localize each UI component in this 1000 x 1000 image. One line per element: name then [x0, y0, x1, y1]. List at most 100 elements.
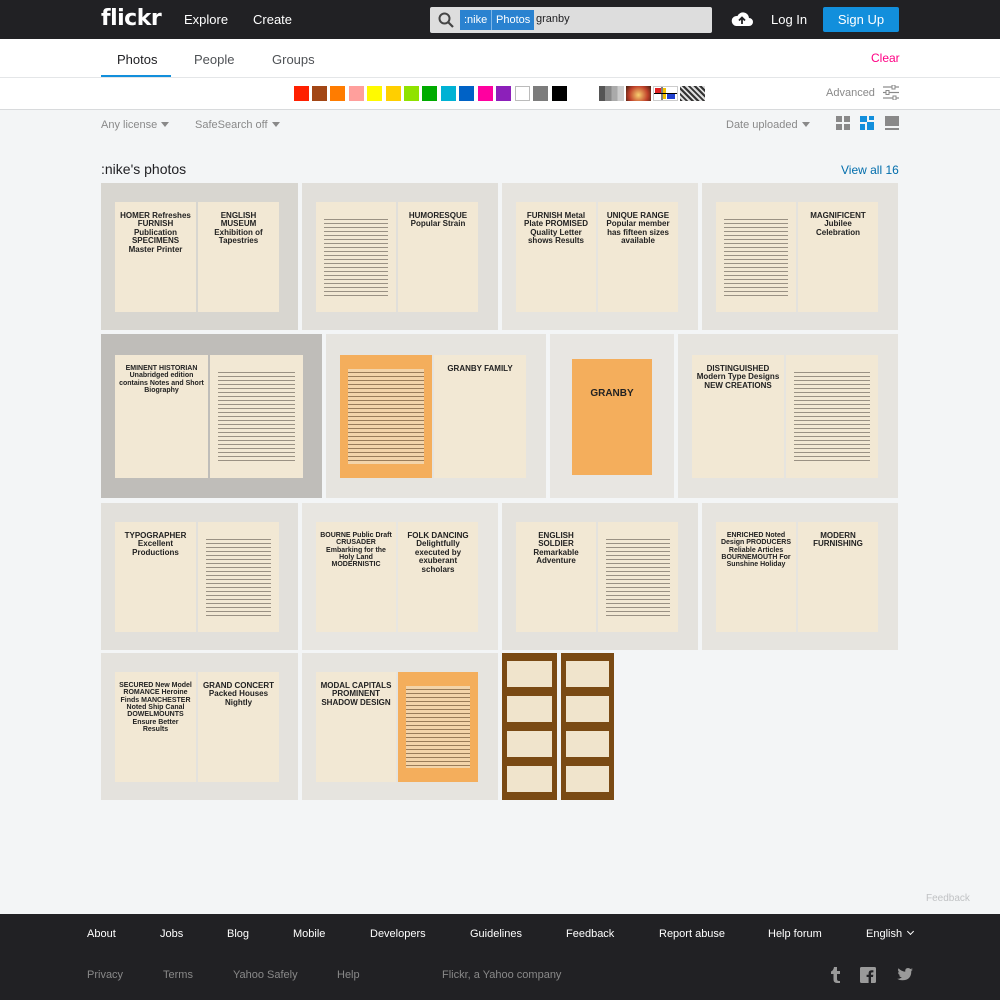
- color-swatch[interactable]: [496, 86, 511, 101]
- color-swatch[interactable]: [367, 86, 382, 101]
- photo-thumbnail[interactable]: ENRICHED Noted Design PRODUCERS Reliable…: [702, 503, 898, 650]
- search-box[interactable]: :nike Photos granby: [430, 7, 712, 33]
- photo-thumbnail[interactable]: FURNISH Metal Plate PROMISED Quality Let…: [502, 183, 698, 330]
- mini-book-photo: [566, 696, 609, 722]
- cover-title: GRANBY: [590, 388, 634, 399]
- photo-thumbnail[interactable]: [561, 653, 614, 800]
- photo-thumbnail[interactable]: BOURNE Public Draft CRUSADER Embarking f…: [302, 503, 498, 650]
- footer-help[interactable]: Help: [337, 969, 360, 981]
- license-filter[interactable]: Any license: [101, 119, 170, 131]
- language-selector[interactable]: English: [866, 927, 915, 940]
- clear-search-link[interactable]: Clear: [871, 51, 900, 65]
- style-patterns[interactable]: [680, 86, 705, 101]
- footer-guidelines[interactable]: Guidelines: [470, 928, 522, 940]
- color-filter-bar: Advanced: [0, 78, 1000, 110]
- tab-groups[interactable]: Groups: [272, 52, 315, 67]
- photo-thumbnail[interactable]: MAGNIFICENT Jubilee Celebration: [702, 183, 898, 330]
- footer-report-abuse[interactable]: Report abuse: [659, 928, 725, 940]
- tab-photos[interactable]: Photos: [117, 52, 157, 67]
- color-swatch[interactable]: [404, 86, 419, 101]
- photo-thumbnail[interactable]: DISTINGUISHED Modern Type Designs NEW CR…: [678, 334, 898, 498]
- color-swatch[interactable]: [478, 86, 493, 101]
- large-view-icon[interactable]: [885, 116, 899, 130]
- footer-jobs[interactable]: Jobs: [160, 928, 183, 940]
- footer-about[interactable]: About: [87, 928, 116, 940]
- photo-thumbnail[interactable]: HOMER Refreshes FURNISH Publication SPEC…: [101, 183, 298, 330]
- feedback-tab[interactable]: Feedback: [926, 893, 970, 904]
- book-page-left: ENRICHED Noted Design PRODUCERS Reliable…: [716, 522, 796, 632]
- color-swatch[interactable]: [386, 86, 401, 101]
- book-page-text-lines: [606, 536, 670, 618]
- tumblr-icon[interactable]: [826, 966, 844, 984]
- footer-developers[interactable]: Developers: [370, 928, 426, 940]
- nav-create[interactable]: Create: [253, 12, 292, 27]
- login-link[interactable]: Log In: [771, 12, 807, 27]
- book-page-text-lines: [218, 369, 295, 464]
- mini-book-photo: [507, 766, 552, 792]
- book-page-text-lines: [406, 686, 470, 768]
- color-swatch[interactable]: [294, 86, 309, 101]
- footer-blog[interactable]: Blog: [227, 928, 249, 940]
- photo-thumbnail[interactable]: EMINENT HISTORIAN Unabridged edition con…: [101, 334, 322, 498]
- advanced-settings-icon[interactable]: [883, 85, 899, 100]
- footer: About Jobs Blog Mobile Developers Guidel…: [0, 914, 1000, 1000]
- flickr-logo[interactable]: flickr: [101, 6, 162, 31]
- grid-view-icon[interactable]: [836, 116, 850, 130]
- search-token-user[interactable]: :nike: [460, 10, 492, 30]
- style-shallow-depth[interactable]: [626, 86, 651, 101]
- justified-view-icon[interactable]: [860, 116, 874, 130]
- twitter-icon[interactable]: [896, 966, 914, 984]
- view-all-link[interactable]: View all 16: [841, 163, 899, 177]
- nav-explore[interactable]: Explore: [184, 12, 228, 27]
- book-page-text: FOLK DANCING Delightfully executed by ex…: [407, 531, 469, 574]
- style-minimalist[interactable]: [653, 86, 678, 101]
- chevron-down-icon: [907, 927, 915, 936]
- photo-thumbnail[interactable]: [502, 653, 557, 800]
- language-label: English: [866, 928, 903, 940]
- top-navigation-bar: flickr Explore Create :nike Photos granb…: [0, 0, 1000, 39]
- style-black-and-white[interactable]: [599, 86, 624, 101]
- color-swatch[interactable]: [312, 86, 327, 101]
- active-tab-indicator: [101, 75, 171, 77]
- photo-thumbnail[interactable]: SECURED New Model ROMANCE Heroine Finds …: [101, 653, 298, 800]
- color-swatch[interactable]: [533, 86, 548, 101]
- sort-filter-label: Date uploaded: [726, 119, 798, 131]
- search-input[interactable]: granby: [536, 13, 570, 25]
- color-swatch[interactable]: [441, 86, 456, 101]
- footer-privacy[interactable]: Privacy: [87, 969, 123, 981]
- footer-terms[interactable]: Terms: [163, 969, 193, 981]
- book-page-right: GRANBY FAMILY: [434, 355, 526, 478]
- color-swatch[interactable]: [349, 86, 364, 101]
- color-swatch[interactable]: [330, 86, 345, 101]
- book-page-left: SECURED New Model ROMANCE Heroine Finds …: [115, 672, 196, 782]
- advanced-link[interactable]: Advanced: [826, 87, 875, 99]
- search-token-scope[interactable]: Photos: [491, 10, 535, 30]
- photo-thumbnail[interactable]: TYPOGRAPHER Excellent Productions: [101, 503, 298, 650]
- mini-book-photo: [566, 731, 609, 757]
- signup-button[interactable]: Sign Up: [823, 7, 899, 32]
- book-page-right: MAGNIFICENT Jubilee Celebration: [798, 202, 878, 312]
- footer-help-forum[interactable]: Help forum: [768, 928, 822, 940]
- chevron-down-icon: [801, 122, 810, 127]
- color-swatch[interactable]: [459, 86, 474, 101]
- color-swatch[interactable]: [552, 86, 567, 101]
- photo-thumbnail[interactable]: HUMORESQUE Popular Strain: [302, 183, 498, 330]
- photo-thumbnail[interactable]: ENGLISH SOLDIER Remarkable Adventure: [502, 503, 698, 650]
- tab-people[interactable]: People: [194, 52, 234, 67]
- color-swatch[interactable]: [422, 86, 437, 101]
- book-page-right: [398, 672, 478, 782]
- upload-cloud-icon[interactable]: [730, 9, 754, 29]
- safesearch-filter[interactable]: SafeSearch off: [195, 119, 280, 131]
- footer-yahoo-safely[interactable]: Yahoo Safely: [233, 969, 298, 981]
- book-page-left: HOMER Refreshes FURNISH Publication SPEC…: [115, 202, 196, 312]
- photo-thumbnail[interactable]: GRANBY FAMILY: [326, 334, 546, 498]
- search-icon[interactable]: [437, 11, 455, 29]
- footer-feedback[interactable]: Feedback: [566, 928, 614, 940]
- book-page-right: [786, 355, 878, 478]
- facebook-icon[interactable]: [859, 966, 877, 984]
- photo-thumbnail[interactable]: MODAL CAPITALS PROMINENT SHADOW DESIGN: [302, 653, 498, 800]
- color-swatch[interactable]: [515, 86, 530, 101]
- sort-filter[interactable]: Date uploaded: [726, 119, 810, 131]
- photo-thumbnail[interactable]: GRANBY: [550, 334, 674, 498]
- footer-mobile[interactable]: Mobile: [293, 928, 325, 940]
